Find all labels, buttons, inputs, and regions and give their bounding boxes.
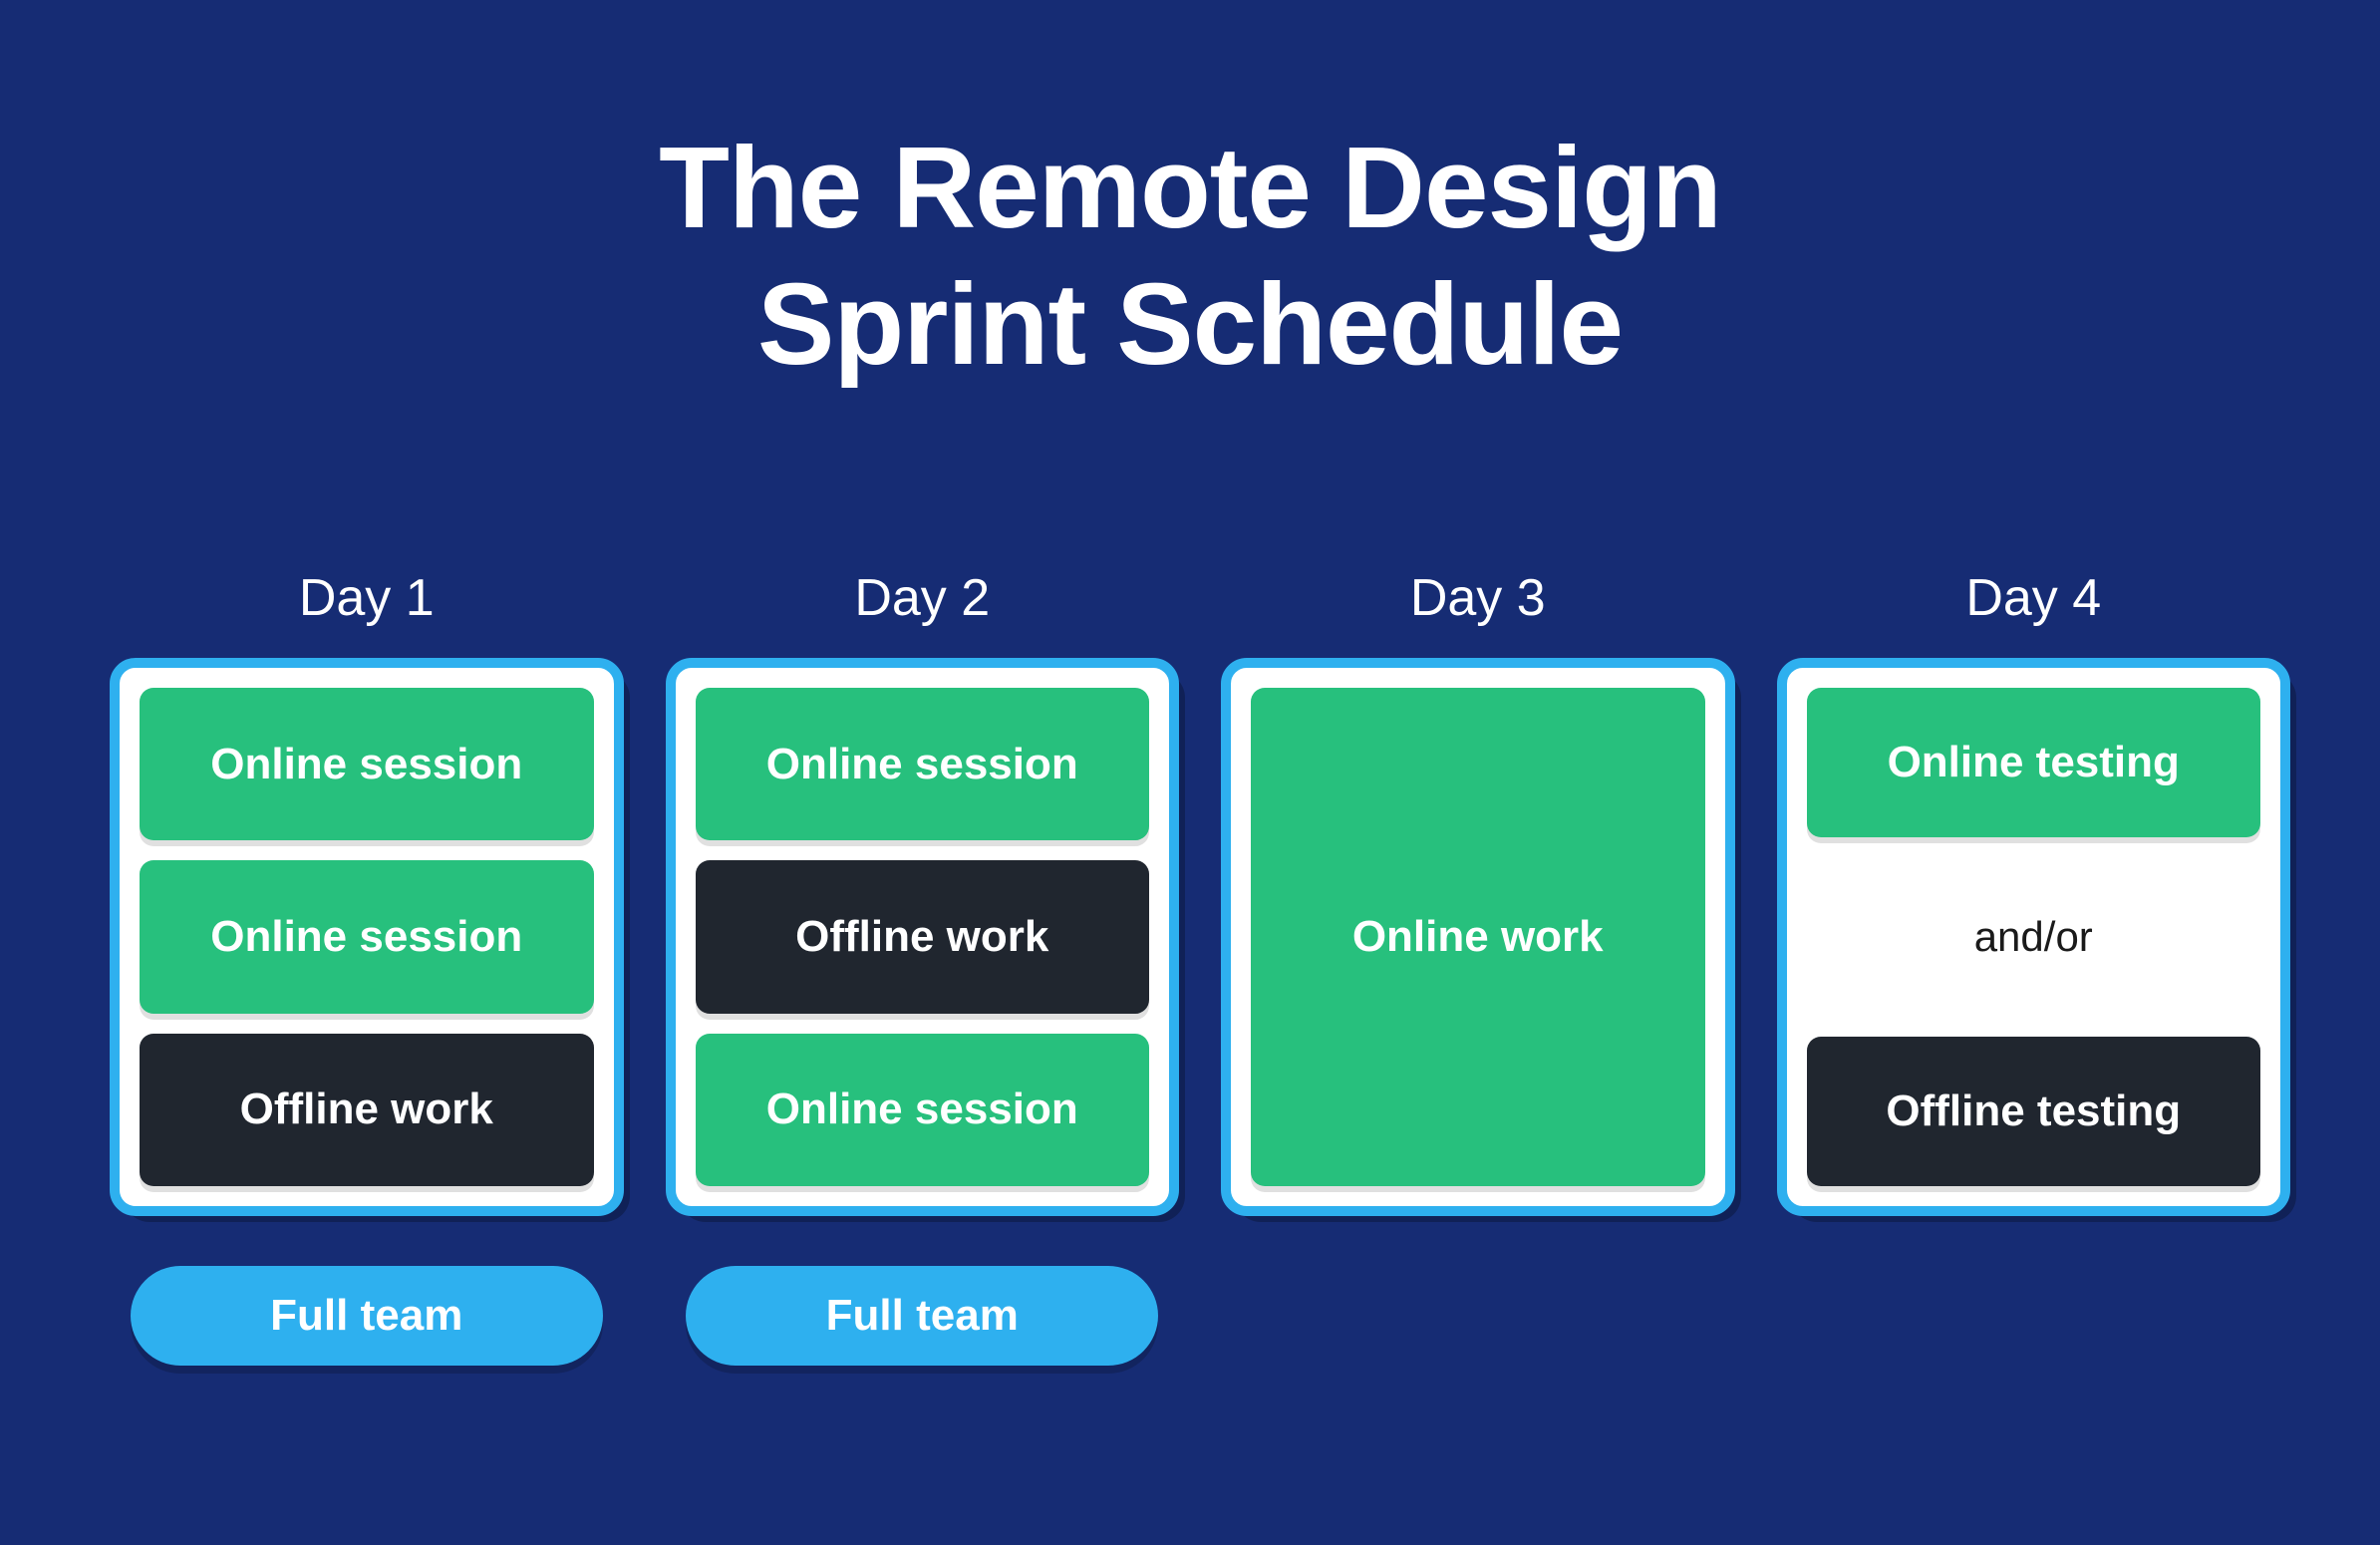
day-2-block-2: Offline work <box>696 860 1150 1013</box>
day-4-column: Day 4 Online testing and/or Offline test… <box>1777 568 2291 1366</box>
day-3-card: Online work <box>1221 658 1735 1216</box>
day-2-card: Online session Offline work Online sessi… <box>666 658 1180 1216</box>
day-1-block-3: Offline work <box>140 1034 594 1186</box>
day-2-card-wrap: Online session Offline work Online sessi… <box>666 658 1180 1216</box>
day-1-card: Online session Online session Offline wo… <box>110 658 624 1216</box>
day-3-label: Day 3 <box>1221 568 1735 628</box>
day-2-block-3: Online session <box>696 1034 1150 1186</box>
day-3-column: Day 3 Online work <box>1221 568 1735 1366</box>
day-4-block-2: Offline testing <box>1807 1037 2261 1186</box>
schedule-grid: Day 1 Online session Online session Offl… <box>110 568 2290 1366</box>
day-1-block-1: Online session <box>140 688 594 840</box>
day-4-between-wrap: and/or <box>1807 857 2261 1017</box>
day-1-block-2: Online session <box>140 860 594 1013</box>
day-1-label: Day 1 <box>110 568 624 628</box>
day-3-card-wrap: Online work <box>1221 658 1735 1216</box>
day-1-card-wrap: Online session Online session Offline wo… <box>110 658 624 1216</box>
day-2-label: Day 2 <box>666 568 1180 628</box>
title-line-1: The Remote Design <box>659 123 1721 252</box>
title-line-2: Sprint Schedule <box>757 259 1623 389</box>
day-2-block-1: Online session <box>696 688 1150 840</box>
day-4-card: Online testing and/or Offline testing <box>1777 658 2291 1216</box>
day-4-label: Day 4 <box>1777 568 2291 628</box>
diagram-title: The Remote Design Sprint Schedule <box>0 120 2380 393</box>
day-4-card-wrap: Online testing and/or Offline testing <box>1777 658 2291 1216</box>
day-3-block-1: Online work <box>1251 688 1705 1186</box>
day-4-block-1: Online testing <box>1807 688 2261 837</box>
day-1-column: Day 1 Online session Online session Offl… <box>110 568 624 1366</box>
day-4-between-text: and/or <box>1974 905 2093 969</box>
day-1-team-pill: Full team <box>131 1266 603 1366</box>
day-2-team-pill: Full team <box>686 1266 1158 1366</box>
day-2-column: Day 2 Online session Offline work Online… <box>666 568 1180 1366</box>
